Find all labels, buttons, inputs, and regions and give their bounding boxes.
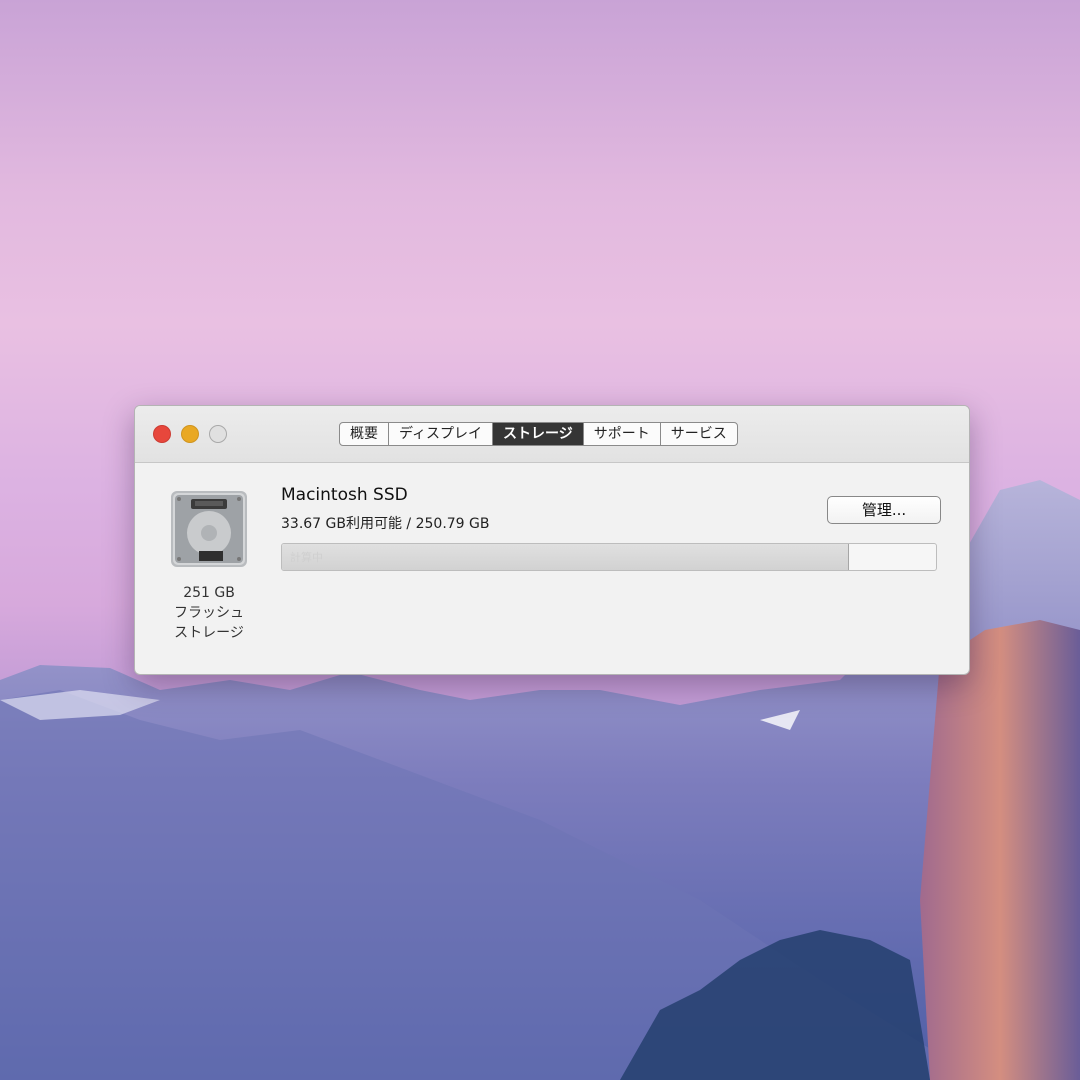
about-this-mac-window: 概要 ディスプレイ ストレージ サポート サービス 251 GB フラッシュ ス…: [134, 405, 970, 675]
zoom-button[interactable]: [209, 425, 227, 443]
tab-service[interactable]: サービス: [661, 423, 737, 445]
tab-displays[interactable]: ディスプレイ: [389, 423, 494, 445]
close-button[interactable]: [153, 425, 171, 443]
storage-usage-bar: 計算中: [281, 543, 937, 571]
window-titlebar[interactable]: 概要 ディスプレイ ストレージ サポート サービス: [135, 406, 969, 463]
storage-usage-fill: [282, 544, 850, 570]
minimize-button[interactable]: [181, 425, 199, 443]
drive-capacity: 251 GB: [183, 585, 235, 601]
tab-bar: 概要 ディスプレイ ストレージ サポート サービス: [339, 422, 738, 446]
volume-name: Macintosh SSD: [281, 485, 408, 505]
drive-type-line-2: ストレージ: [174, 625, 244, 641]
manage-button[interactable]: 管理...: [827, 496, 941, 524]
storage-bar-label: 計算中: [290, 551, 323, 564]
hard-drive-icon: [171, 491, 247, 567]
volume-usage: 33.67 GB利用可能 / 250.79 GB: [281, 516, 490, 532]
storage-panel: 251 GB フラッシュ ストレージ Macintosh SSD 33.67 G…: [135, 463, 969, 674]
tab-support[interactable]: サポート: [584, 423, 661, 445]
tab-storage[interactable]: ストレージ: [493, 423, 584, 445]
drive-type-line-1: フラッシュ: [174, 605, 244, 621]
tab-overview[interactable]: 概要: [340, 423, 389, 445]
drive-caption: 251 GB フラッシュ ストレージ: [155, 583, 263, 643]
